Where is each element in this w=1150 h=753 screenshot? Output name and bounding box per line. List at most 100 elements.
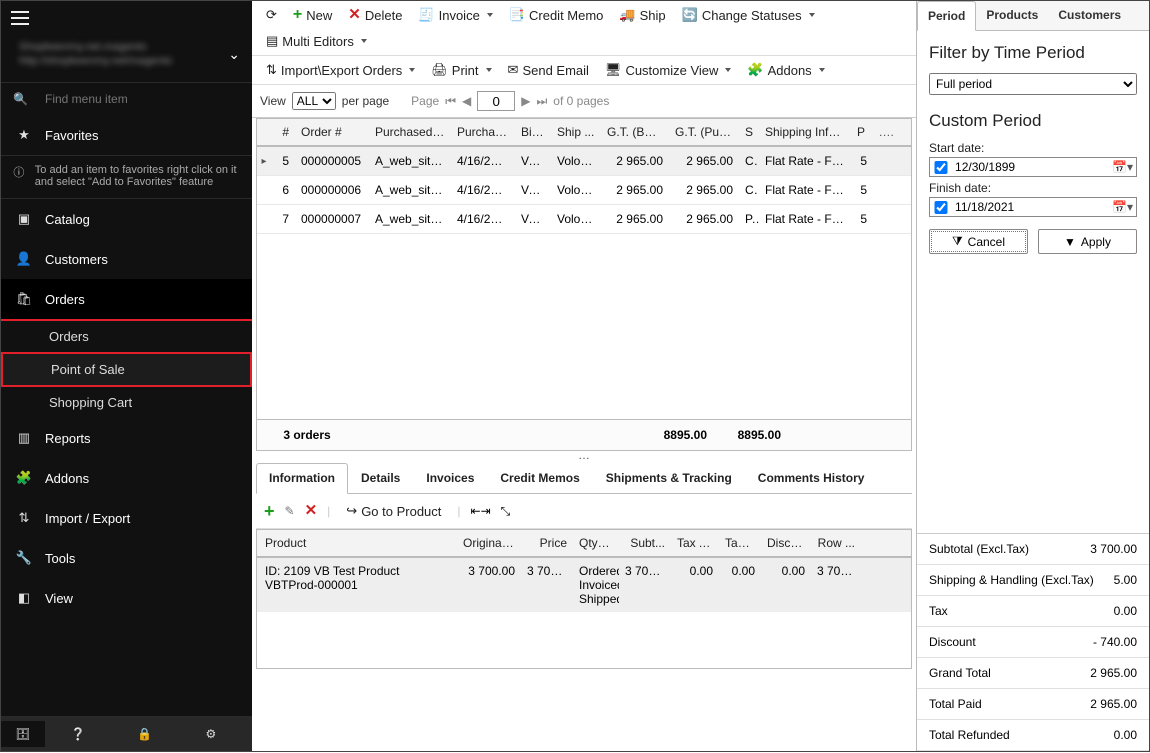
lock-icon[interactable]: 🔒: [111, 727, 177, 741]
start-date-field[interactable]: [953, 159, 1112, 175]
col-shipping-info[interactable]: Shipping Info...: [759, 125, 851, 139]
table-row[interactable]: ▸ 5 000000005 A_web_site * ... 4/16/2021…: [257, 147, 911, 176]
col-tax-pct[interactable]: Tax P...: [719, 536, 761, 550]
star-icon: ★: [13, 127, 35, 143]
add-line-button[interactable]: +: [264, 505, 275, 517]
pager-page-label: Page: [411, 94, 439, 108]
col-orig-price[interactable]: Original Pr...: [457, 536, 521, 550]
invoice-button[interactable]: 🧾Invoice: [412, 4, 498, 26]
sidebar-sub-cart[interactable]: Shopping Cart: [1, 387, 252, 418]
send-email-button[interactable]: ✉Send Email: [502, 59, 595, 81]
period-select[interactable]: Full period: [929, 73, 1137, 95]
col-product[interactable]: Product: [257, 536, 457, 550]
col-gt-base[interactable]: G.T. (Base): [601, 125, 669, 139]
last-page-button[interactable]: ⏭: [536, 94, 547, 109]
page-size-select[interactable]: ALL: [292, 92, 336, 110]
import-export-button[interactable]: ⇅Import\Export Orders: [260, 59, 421, 81]
col-tax-amt[interactable]: Tax A...: [671, 536, 719, 550]
archive-icon[interactable]: 🗄: [1, 721, 45, 747]
go-to-product-button[interactable]: ↪Go to Product: [340, 500, 447, 522]
col-ship[interactable]: Ship ...: [551, 125, 601, 139]
org-url: http://shopkeenmy.net/magento: [19, 54, 172, 68]
page-number-input[interactable]: [477, 91, 515, 111]
table-row[interactable]: ID: 2109 VB Test Product VBTProd-000001 …: [257, 558, 911, 612]
tab-products[interactable]: Products: [976, 1, 1048, 30]
col-row-total[interactable]: Row ...: [811, 536, 861, 550]
change-statuses-button[interactable]: 🔄Change Statuses: [676, 4, 821, 26]
sidebar-label: Reports: [45, 431, 91, 446]
col-price[interactable]: Price: [521, 536, 573, 550]
delete-button[interactable]: ✕Delete: [342, 5, 408, 26]
finish-date-input[interactable]: 📅▾: [929, 197, 1137, 217]
row-expand-icon[interactable]: ▸: [257, 156, 271, 167]
toolbar-row1: ⟳ +New ✕Delete 🧾Invoice 📑Credit Memo 🚚Sh…: [252, 1, 916, 56]
edit-line-button[interactable]: ✎: [285, 504, 295, 518]
col-discount[interactable]: Disco...: [761, 536, 811, 550]
sidebar-label: Addons: [45, 471, 89, 486]
ship-button[interactable]: 🚚Ship: [613, 4, 671, 26]
search-input[interactable]: [43, 91, 227, 107]
printer-icon: 🖨: [431, 62, 448, 78]
table-row[interactable]: 7 000000007 A_web_site * ... 4/16/2021..…: [257, 205, 911, 234]
sidebar-item-catalog[interactable]: ▣Catalog: [1, 199, 252, 239]
sidebar-item-reports[interactable]: ▥Reports: [1, 418, 252, 458]
col-qty[interactable]: Qty p...: [573, 536, 619, 550]
addons-button[interactable]: 🧩Addons: [741, 59, 830, 81]
prev-page-button[interactable]: ◀: [462, 94, 471, 108]
sidebar-sub-orders[interactable]: Orders: [1, 321, 252, 352]
calendar-icon[interactable]: 📅▾: [1112, 160, 1133, 174]
credit-memo-button[interactable]: 📑Credit Memo: [503, 4, 610, 26]
col-purchased-on[interactable]: Purchas...: [451, 125, 515, 139]
sidebar-item-view[interactable]: ◧View: [1, 578, 252, 618]
tab-customers[interactable]: Customers: [1048, 1, 1131, 30]
apply-button[interactable]: ▼Apply: [1038, 229, 1137, 254]
calendar-icon[interactable]: 📅▾: [1112, 200, 1133, 214]
col-subtotal[interactable]: Subt...: [619, 536, 671, 550]
help-icon[interactable]: ❔: [45, 727, 111, 741]
tab-comments[interactable]: Comments History: [745, 463, 878, 493]
col-purchased-from[interactable]: Purchased f...: [369, 125, 451, 139]
tab-invoices[interactable]: Invoices: [413, 463, 487, 493]
finish-date-field[interactable]: [953, 199, 1112, 215]
col-status[interactable]: S: [739, 125, 759, 139]
sidebar-item-favorites[interactable]: ★ Favorites: [1, 115, 252, 156]
customize-view-button[interactable]: 🖥Customize View: [599, 59, 737, 81]
sidebar-item-tools[interactable]: 🔧Tools: [1, 538, 252, 578]
tab-shipments[interactable]: Shipments & Tracking: [593, 463, 745, 493]
collapse-cols-button[interactable]: ⇤⇥: [471, 504, 491, 518]
next-page-button[interactable]: ▶: [521, 94, 530, 108]
delete-line-button[interactable]: ✕: [305, 505, 318, 517]
col-index[interactable]: #: [271, 125, 295, 139]
refresh-button[interactable]: ⟳: [260, 4, 283, 26]
splitter[interactable]: …: [252, 451, 916, 459]
start-date-checkbox[interactable]: [933, 161, 949, 174]
sidebar-item-orders[interactable]: 🛍Orders: [1, 279, 252, 321]
sidebar-item-addons[interactable]: 🧩Addons: [1, 458, 252, 498]
finish-date-checkbox[interactable]: [933, 201, 949, 214]
tab-period[interactable]: Period: [917, 1, 976, 31]
btn-label: Import\Export Orders: [281, 63, 402, 78]
col-gt-purc[interactable]: G.T. (Purc...: [669, 125, 739, 139]
sidebar-item-customers[interactable]: 👤Customers: [1, 239, 252, 279]
col-bill[interactable]: Bill ...: [515, 125, 551, 139]
first-page-button[interactable]: ⏮: [445, 94, 456, 109]
start-date-input[interactable]: 📅▾: [929, 157, 1137, 177]
tab-credit-memos[interactable]: Credit Memos: [487, 463, 592, 493]
col-p[interactable]: P: [851, 125, 873, 139]
tab-information[interactable]: Information: [256, 463, 348, 494]
sidebar-sub-pos[interactable]: Point of Sale: [1, 352, 252, 387]
expand-cols-button[interactable]: ⤡: [501, 504, 511, 519]
sidebar-search[interactable]: 🔍: [1, 82, 252, 115]
col-order[interactable]: Order #: [295, 125, 369, 139]
org-selector[interactable]: Shopkeenmy.net.magento http://shopkeenmy…: [1, 34, 252, 82]
cancel-button[interactable]: ⧩Cancel: [929, 229, 1028, 254]
print-button[interactable]: 🖨Print: [425, 59, 497, 81]
gear-icon[interactable]: ⚙: [178, 727, 244, 741]
sidebar-item-import-export[interactable]: ⇅Import / Export: [1, 498, 252, 538]
tab-details[interactable]: Details: [348, 463, 413, 493]
multi-editors-button[interactable]: ▤Multi Editors: [260, 30, 373, 52]
col-more[interactable]: ...: [873, 125, 893, 139]
hamburger-button[interactable]: [1, 1, 252, 34]
new-button[interactable]: +New: [287, 5, 338, 26]
table-row[interactable]: 6 000000006 A_web_site * ... 4/16/2021..…: [257, 176, 911, 205]
